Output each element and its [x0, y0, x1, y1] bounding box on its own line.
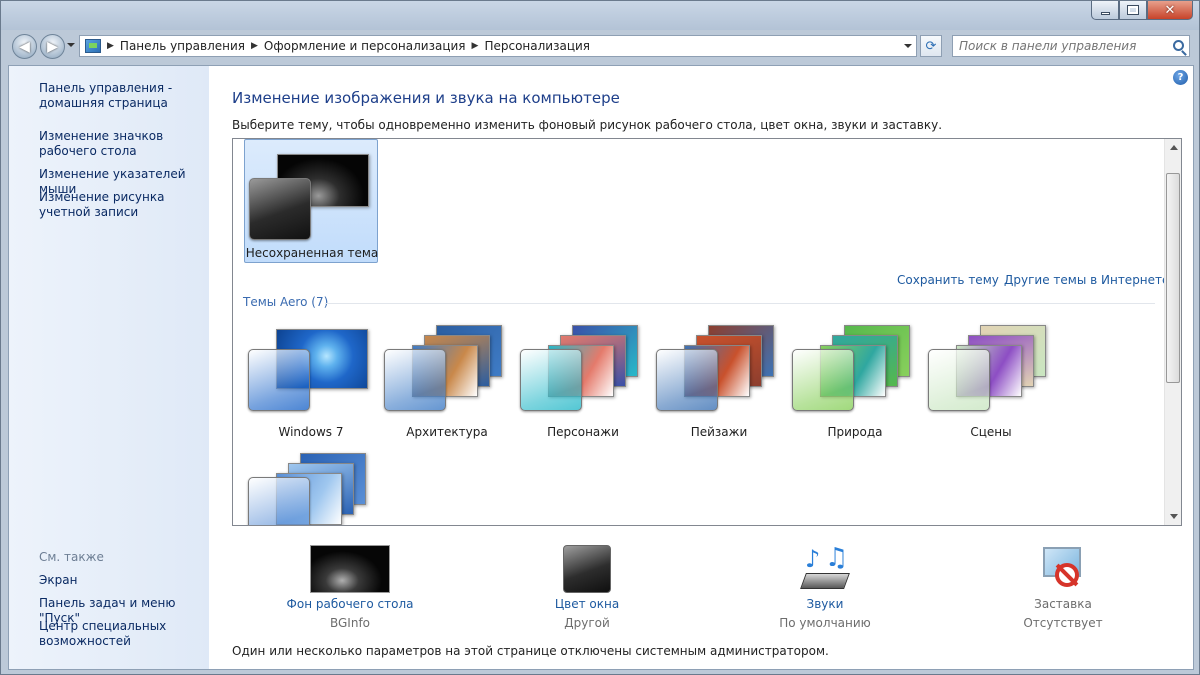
theme-characters[interactable]: Персонажи [516, 321, 650, 445]
search-icon[interactable] [1173, 40, 1184, 51]
theme-color-preview [792, 349, 854, 411]
navigation-bar: ◀ ▶ ▶ Панель управления ▶ Оформление и п… [1, 32, 1199, 61]
sounds-setting[interactable]: ♪ ♫ Звуки По умолчанию [725, 543, 925, 630]
close-button[interactable]: ✕ [1147, 1, 1193, 20]
page-title: Изменение изображения и звука на компьют… [232, 89, 620, 107]
theme-color-preview [248, 477, 310, 525]
scroll-thumb[interactable] [1166, 173, 1180, 383]
theme-label: Архитектура [406, 425, 488, 439]
sidebar-link-home[interactable]: Панель управления - домашняя страница [39, 81, 209, 111]
theme-unsaved[interactable]: Несохраненная тема [244, 139, 378, 263]
desktop-background-setting[interactable]: Фон рабочего стола BGInfo [250, 545, 450, 630]
screensaver-disabled-icon [1039, 545, 1087, 593]
minimize-icon [1100, 11, 1110, 15]
refresh-icon: ⟳ [925, 38, 937, 54]
see-also-ease-of-access[interactable]: Центр специальных возможностей [39, 619, 209, 649]
search-input[interactable] [953, 36, 1158, 56]
theme-label: Несохраненная тема [245, 246, 379, 260]
help-icon[interactable]: ? [1173, 70, 1188, 85]
theme-label: Windows 7 [278, 425, 344, 439]
back-button[interactable]: ◀ [12, 34, 37, 59]
personalization-window: ✕ ◀ ▶ ▶ Панель управления ▶ Оформление и… [0, 0, 1200, 675]
window-color-setting[interactable]: Цвет окна Другой [487, 545, 687, 630]
minimize-button[interactable] [1091, 1, 1119, 20]
more-themes-online-link[interactable]: Другие темы в Интернете [1004, 273, 1169, 287]
refresh-button[interactable]: ⟳ [920, 35, 942, 57]
aero-themes-heading: Темы Aero (7) [243, 295, 329, 309]
see-also-heading: См. также [39, 550, 104, 564]
sounds-icon: ♪ ♫ [799, 543, 851, 593]
window-controls: ✕ [1091, 1, 1193, 21]
page-description: Выберите тему, чтобы одновременно измени… [232, 118, 943, 132]
theme-color-preview [656, 349, 718, 411]
window-color-link[interactable]: Цвет окна [487, 597, 687, 611]
theme-label: Персонажи [547, 425, 619, 439]
sounds-value: По умолчанию [779, 616, 871, 630]
history-dropdown-icon[interactable] [67, 43, 75, 47]
window-color-swatch [563, 545, 611, 593]
theme-architecture[interactable]: Архитектура [380, 321, 514, 445]
theme-label: Пейзажи [690, 425, 748, 439]
sidebar: Панель управления - домашняя страница Из… [9, 66, 209, 669]
breadcrumb-separator-icon[interactable]: ▶ [107, 41, 114, 51]
forward-arrow-icon: ▶ [47, 38, 58, 55]
theme-extra[interactable] [244, 449, 378, 525]
theme-nature[interactable]: Природа [788, 321, 922, 445]
sidebar-link-account-picture[interactable]: Изменение рисунка учетной записи [39, 190, 209, 220]
theme-color-preview [248, 349, 310, 411]
theme-list: Несохраненная тема Сохранить тему Другие… [232, 138, 1182, 526]
scroll-down-icon[interactable] [1170, 514, 1178, 519]
sounds-link[interactable]: Звуки [725, 597, 925, 611]
maximize-icon [1127, 5, 1139, 15]
title-bar[interactable]: ✕ [1, 1, 1199, 30]
theme-label: Сцены [970, 425, 1012, 439]
theme-color-preview [520, 349, 582, 411]
content-area: Панель управления - домашняя страница Из… [8, 65, 1194, 670]
wallpaper-thumbnail [310, 545, 390, 593]
theme-windows7[interactable]: Windows 7 [244, 321, 378, 445]
back-arrow-icon: ◀ [19, 38, 30, 55]
theme-landscapes[interactable]: Пейзажи [652, 321, 786, 445]
group-divider [325, 303, 1155, 304]
breadcrumb-separator-icon[interactable]: ▶ [251, 41, 258, 51]
screensaver-value: Отсутствует [1023, 616, 1103, 630]
breadcrumb-control-panel[interactable]: Панель управления [120, 39, 245, 53]
address-dropdown-icon[interactable] [904, 44, 912, 48]
window-color-value: Другой [564, 616, 610, 630]
forward-button[interactable]: ▶ [40, 34, 65, 59]
control-panel-icon [85, 39, 101, 53]
theme-color-preview [928, 349, 990, 411]
theme-scenes[interactable]: Сцены [924, 321, 1058, 445]
sidebar-link-desktop-icons[interactable]: Изменение значков рабочего стола [39, 129, 209, 159]
address-bar[interactable]: ▶ Панель управления ▶ Оформление и персо… [79, 35, 917, 57]
breadcrumb-personalization[interactable]: Персонализация [484, 39, 590, 53]
see-also-display[interactable]: Экран [39, 573, 209, 588]
theme-color-preview [249, 178, 311, 240]
breadcrumb-separator-icon[interactable]: ▶ [472, 41, 479, 51]
breadcrumb-appearance[interactable]: Оформление и персонализация [264, 39, 466, 53]
theme-list-scrollbar[interactable] [1164, 139, 1181, 525]
theme-label: Природа [827, 425, 883, 439]
scroll-up-icon[interactable] [1170, 145, 1178, 150]
close-icon: ✕ [1164, 2, 1176, 18]
search-box [952, 35, 1190, 57]
theme-color-preview [384, 349, 446, 411]
screensaver-setting: Заставка Отсутствует [963, 545, 1163, 630]
save-theme-link[interactable]: Сохранить тему [897, 273, 999, 287]
screensaver-link: Заставка [1034, 597, 1092, 611]
desktop-background-link[interactable]: Фон рабочего стола [250, 597, 450, 611]
desktop-background-value: BGInfo [329, 616, 371, 630]
maximize-button[interactable] [1119, 1, 1147, 20]
admin-restriction-note: Один или несколько параметров на этой ст… [232, 644, 829, 658]
